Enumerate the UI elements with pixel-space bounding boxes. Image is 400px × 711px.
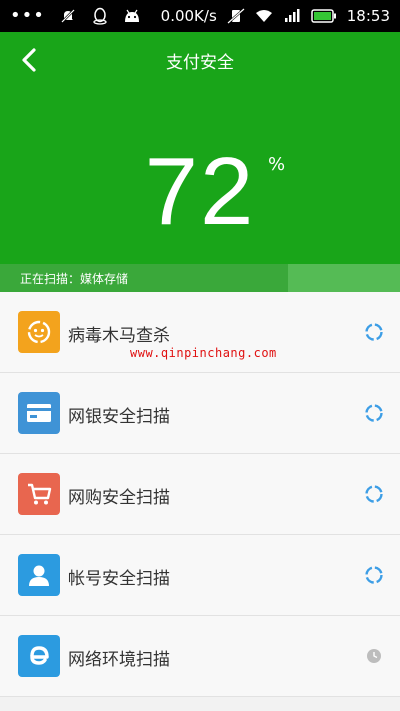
vibrate-off-icon [226,7,245,25]
list-item-network-scan[interactable]: 网络环境扫描 [0,616,400,697]
page-title: 支付安全 [166,53,234,73]
payment-security-header: 支付安全 72 % [0,32,400,268]
list-item-label: 帐号安全扫描 [68,569,170,589]
scan-status-text: 正在扫描：媒体存储 [20,272,129,286]
loading-spinner-icon [364,322,384,342]
account-user-icon [18,554,60,596]
clock: 18:53 [346,7,390,25]
loading-spinner-icon [364,565,384,585]
virus-scan-icon [18,311,60,353]
percent-sign: % [268,154,286,175]
network-speed: 0.00K/s [160,7,217,25]
notification-dots: ••• [10,5,45,26]
network-ie-icon [18,635,60,677]
shopping-cart-icon [18,473,60,515]
list-item-label: 网购安全扫描 [68,488,170,508]
scan-progress-bar: 正在扫描：媒体存储 [0,264,400,292]
battery-icon [311,7,337,25]
list-item-label: 病毒木马查杀 [68,326,170,346]
muted-bell-icon [59,7,77,25]
clock-pending-icon [364,646,384,666]
status-bar: ••• 0.00K/s 18:53 [0,0,400,32]
list-item-virus-scan[interactable]: 病毒木马查杀 [0,292,400,373]
bank-card-icon [18,392,60,434]
android-icon [123,7,141,25]
scan-progress-display: 72 % [0,144,400,240]
wifi-icon [255,7,273,25]
list-item-label: 网络环境扫描 [68,650,170,670]
qq-penguin-icon [91,7,109,25]
list-item-account-scan[interactable]: 帐号安全扫描 [0,535,400,616]
list-item-online-shopping-scan[interactable]: 网购安全扫描 [0,454,400,535]
list-item-label: 网银安全扫描 [68,407,170,427]
list-item-online-banking-scan[interactable]: 网银安全扫描 [0,373,400,454]
watermark-url: www.qinpinchang.com [130,346,277,360]
loading-spinner-icon [364,403,384,423]
signal-icon [283,7,301,25]
scan-percent: 72 [144,138,256,245]
loading-spinner-icon [364,484,384,504]
